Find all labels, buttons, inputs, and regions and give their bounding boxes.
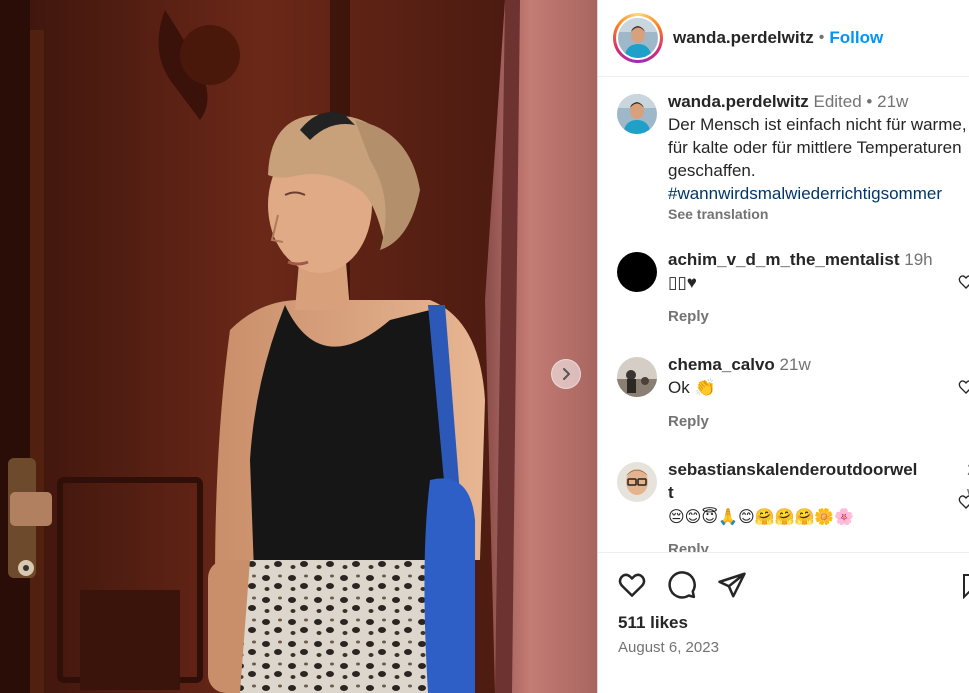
caption-line: für kalte oder für mittlere Temperaturen xyxy=(668,138,962,157)
post-side-panel: wanda.perdelwitz • Follow wanda.perdelwi… xyxy=(597,0,969,693)
see-translation-link[interactable]: See translation xyxy=(668,206,969,222)
post-date[interactable]: August 6, 2023 xyxy=(618,639,719,656)
comments-list[interactable]: wanda.perdelwitz Edited • 21w Der Mensch… xyxy=(598,78,969,552)
comment-time[interactable]: 21w xyxy=(780,355,811,374)
post-actions: 511 likes August 6, 2023 xyxy=(598,552,969,693)
avatar xyxy=(618,18,658,58)
caption-separator: • xyxy=(866,92,873,111)
bookmark-icon[interactable] xyxy=(962,573,969,604)
avatar[interactable] xyxy=(617,462,657,502)
reply-button[interactable]: Reply xyxy=(668,308,969,325)
comment-heart-icon[interactable] xyxy=(958,494,969,515)
comment-time[interactable]: 19h xyxy=(904,250,932,269)
follow-separator: • xyxy=(818,29,825,46)
post-author-username[interactable]: wanda.perdelwitz xyxy=(673,28,814,48)
comment-username[interactable]: chema_calvo xyxy=(668,355,775,374)
comment-username[interactable]: achim_v_d_m_the_mentalist xyxy=(668,250,900,269)
post-photo xyxy=(0,0,597,693)
edited-label: Edited xyxy=(813,92,862,111)
comment-text: 😔😊😇🙏😊🤗🤗🤗🌼🌸 xyxy=(668,509,855,526)
caption-username[interactable]: wanda.perdelwitz xyxy=(668,92,809,111)
caption-line: geschaffen. xyxy=(668,161,756,180)
heart-icon[interactable] xyxy=(617,570,647,605)
comment-bubble-icon[interactable] xyxy=(667,570,697,605)
follow-button[interactable]: Follow xyxy=(829,28,883,48)
story-ring[interactable] xyxy=(613,13,663,63)
comment-username-wrap[interactable]: t xyxy=(668,483,674,502)
comment-heart-icon[interactable] xyxy=(958,274,969,295)
caption-time[interactable]: 21w xyxy=(877,92,908,111)
likes-count[interactable]: 511 likes xyxy=(618,613,688,633)
avatar[interactable] xyxy=(617,357,657,397)
paper-plane-icon[interactable] xyxy=(717,570,747,605)
comment-text: Ok 👏 xyxy=(668,378,716,397)
next-photo-button[interactable] xyxy=(551,359,581,389)
avatar[interactable] xyxy=(617,94,657,134)
post-image xyxy=(0,0,597,693)
chevron-right-icon xyxy=(559,367,573,381)
comment-username[interactable]: sebastianskalenderoutdoorwel xyxy=(668,460,917,479)
hashtag-link[interactable]: #wannwirdsmalwiederrichtigsommer xyxy=(668,182,969,205)
post-header: wanda.perdelwitz • Follow xyxy=(598,0,969,77)
caption-line: Der Mensch ist einfach nicht für warme, xyxy=(668,115,967,134)
avatar[interactable] xyxy=(617,252,657,292)
reply-button[interactable]: Reply xyxy=(668,413,969,430)
comment-heart-icon[interactable] xyxy=(958,379,969,400)
comment-text: ▯▯♥ xyxy=(668,273,697,292)
reply-button[interactable]: Reply xyxy=(668,541,969,552)
